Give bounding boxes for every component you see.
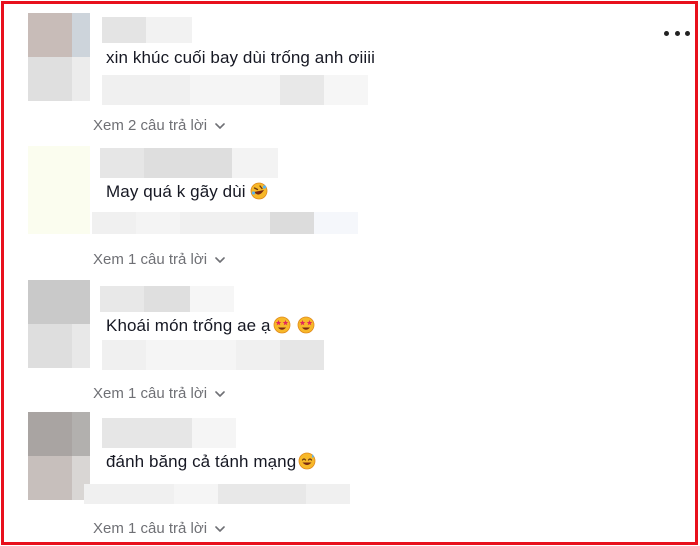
comment-meta-blurred <box>102 75 368 105</box>
comment-text: Khoái món trống ae ạ <box>106 316 315 336</box>
rolling-laughing-emoji <box>250 182 268 200</box>
comment-item: đánh băng cả tánh mạng Xem 1 câu trả lời <box>4 412 694 546</box>
avatar[interactable] <box>28 13 90 101</box>
username-blurred[interactable] <box>100 286 234 312</box>
comment-text: đánh băng cả tánh mạng <box>106 452 316 472</box>
avatar[interactable] <box>28 280 90 368</box>
username-blurred[interactable] <box>102 418 236 448</box>
chevron-down-icon <box>215 391 225 397</box>
comment-text: May quá k gãy dùi <box>106 182 268 202</box>
username-blurred[interactable] <box>100 148 278 178</box>
star-struck-emoji <box>273 316 290 334</box>
comment-meta-blurred <box>84 484 350 504</box>
sweat-smile-emoji <box>298 452 316 470</box>
chevron-down-icon <box>215 257 225 263</box>
comment-item: May quá k gãy dùi Xem 1 câu trả lời <box>4 146 694 280</box>
avatar[interactable] <box>28 412 90 500</box>
view-replies-button[interactable]: Xem 1 câu trả lời <box>93 251 225 269</box>
view-replies-button[interactable]: Xem 2 câu trả lời <box>93 117 225 135</box>
chevron-down-icon <box>215 526 225 532</box>
avatar[interactable] <box>28 146 90 234</box>
comment-meta-blurred <box>102 340 324 370</box>
username-blurred[interactable] <box>102 17 192 43</box>
comment-text: xin khúc cuối bay dùi trống anh ơiiii <box>106 48 376 67</box>
star-struck-emoji <box>297 316 314 334</box>
comment-item: xin khúc cuối bay dùi trống anh ơiiii Xe… <box>4 13 694 147</box>
comment-meta-blurred <box>92 212 358 234</box>
comment-list: xin khúc cuối bay dùi trống anh ơiiii Xe… <box>1 1 698 545</box>
comment-item: Khoái món trống ae ạ Xem 1 câu trả lời <box>4 280 694 414</box>
view-replies-button[interactable]: Xem 1 câu trả lời <box>93 385 225 403</box>
view-replies-button[interactable]: Xem 1 câu trả lời <box>93 520 225 538</box>
chevron-down-icon <box>215 123 225 129</box>
